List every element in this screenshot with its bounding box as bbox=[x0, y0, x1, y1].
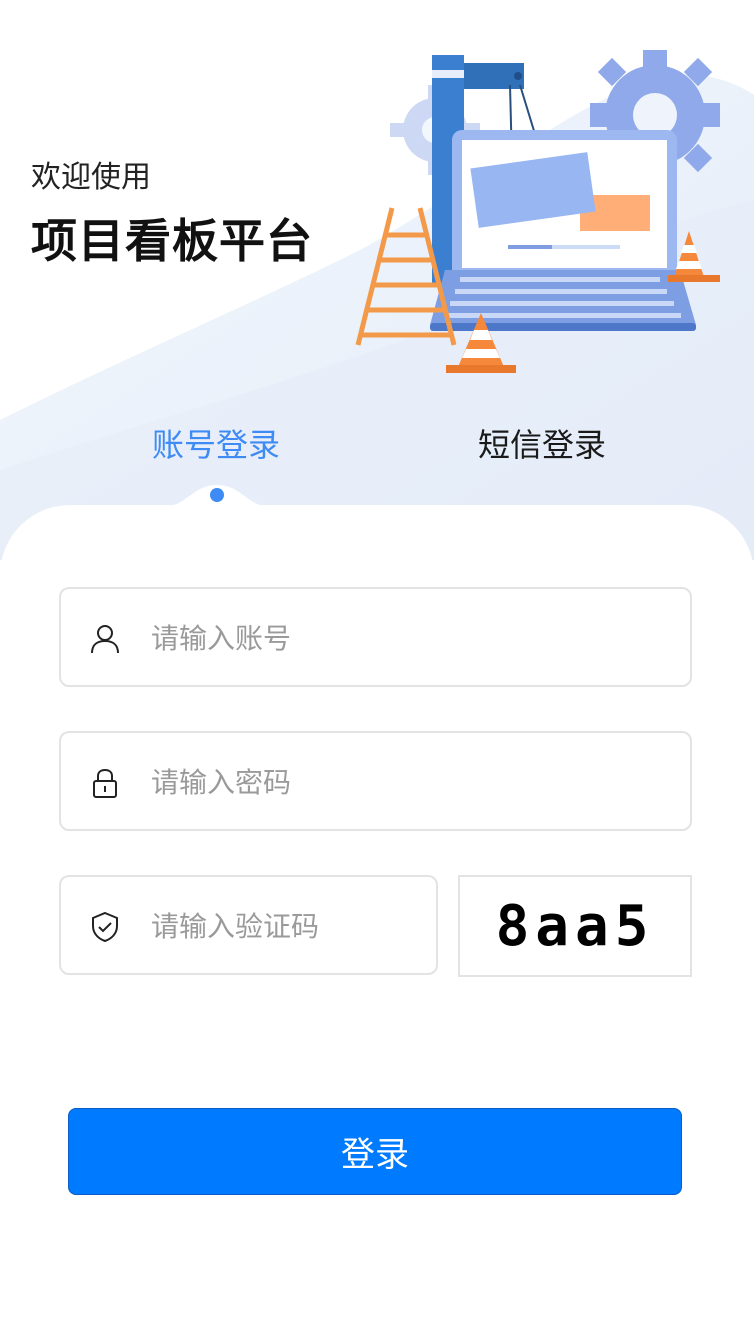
password-field[interactable] bbox=[59, 731, 692, 831]
account-input[interactable] bbox=[149, 589, 653, 687]
password-input[interactable] bbox=[149, 733, 653, 831]
tab-sms-login[interactable]: 短信登录 bbox=[478, 420, 606, 466]
page-title: 项目看板平台 bbox=[31, 214, 313, 268]
welcome-text: 欢迎使用 bbox=[31, 160, 151, 195]
tab-account-login[interactable]: 账号登录 bbox=[152, 420, 280, 466]
account-field[interactable] bbox=[59, 587, 692, 687]
login-button[interactable]: 登录 bbox=[68, 1108, 682, 1195]
active-tab-dot bbox=[210, 488, 224, 502]
captcha-input[interactable] bbox=[149, 877, 433, 975]
construction-laptop-illustration bbox=[355, 50, 720, 373]
shield-check-icon bbox=[92, 911, 118, 943]
lock-icon bbox=[93, 768, 117, 798]
captcha-image[interactable]: 8aa5 bbox=[458, 875, 692, 977]
user-icon bbox=[91, 625, 119, 654]
captcha-field[interactable] bbox=[59, 875, 438, 975]
